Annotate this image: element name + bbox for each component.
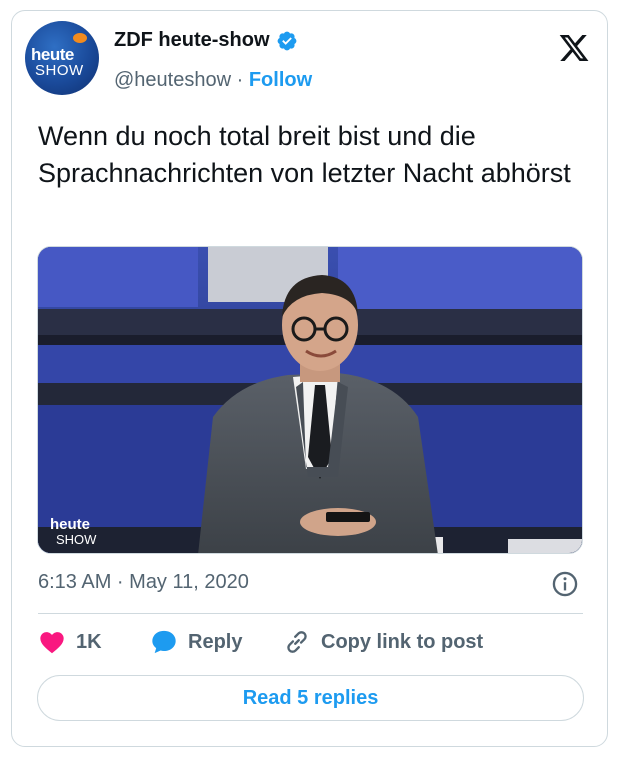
copy-link-label: Copy link to post	[321, 630, 484, 653]
timestamp[interactable]: 6:13 AM · May 11, 2020	[38, 571, 249, 594]
media-watermark: heute SHOW	[50, 517, 96, 547]
reply-label: Reply	[188, 630, 243, 653]
reply-button[interactable]: Reply	[150, 628, 242, 656]
action-bar: 1K Reply Copy link to post	[38, 628, 583, 660]
watermark-bottom: SHOW	[56, 532, 97, 547]
reply-bubble-icon	[152, 630, 176, 654]
heart-icon	[40, 632, 64, 654]
verified-badge-icon	[277, 31, 296, 50]
handle[interactable]: @heuteshow	[114, 69, 231, 92]
handle-row: @heuteshow · Follow	[114, 69, 312, 92]
photo-illustration	[38, 247, 582, 553]
display-name[interactable]: ZDF heute-show	[114, 29, 270, 52]
separator: ·	[231, 69, 249, 91]
read-replies-button[interactable]: Read 5 replies	[37, 675, 584, 721]
follow-link[interactable]: Follow	[249, 69, 312, 92]
info-icon[interactable]	[551, 570, 579, 598]
zdf-dot	[73, 33, 87, 43]
author-name-row[interactable]: ZDF heute-show	[114, 29, 298, 52]
link-icon	[287, 631, 307, 653]
tweet-photo[interactable]: heute SHOW	[37, 246, 583, 554]
copy-link-button[interactable]: Copy link to post	[283, 628, 483, 656]
like-count: 1K	[76, 630, 102, 653]
like-button[interactable]: 1K	[38, 628, 102, 656]
x-logo-icon[interactable]	[558, 32, 590, 64]
watermark-top: heute	[50, 516, 91, 533]
avatar-logo-text-bottom: SHOW	[35, 62, 84, 79]
divider	[38, 613, 583, 614]
tweet-text: Wenn du noch total breit bist und die Sp…	[38, 121, 571, 188]
avatar[interactable]: heute SHOW	[25, 21, 99, 95]
